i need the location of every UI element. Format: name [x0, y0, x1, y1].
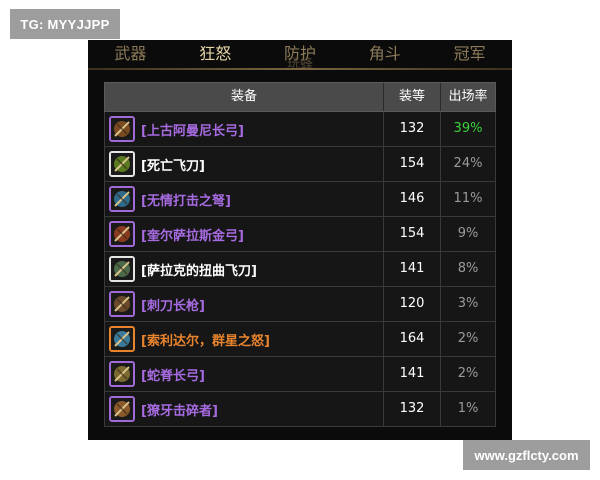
equipment-panel: 武器 狂怒 防护 玩蜂 角斗 冠军 装备 装等 出场率 [上古阿曼尼长弓] 132… [88, 40, 512, 440]
item-name[interactable]: [死亡飞刀] [141, 155, 205, 174]
item-level: 154 [384, 217, 441, 251]
table-row[interactable]: [蛇脊长弓] 141 2% [104, 357, 496, 392]
equipment-table: 装备 装等 出场率 [上古阿曼尼长弓] 132 39% [死亡飞刀] 154 24% [无情… [104, 82, 496, 427]
tab-champion[interactable]: 冠军 [427, 40, 512, 68]
item-level: 146 [384, 182, 441, 216]
star-bow-icon [109, 326, 135, 352]
item-cell: [上古阿曼尼长弓] [105, 112, 384, 146]
header-item: 装备 [105, 83, 384, 111]
crossbow-icon [109, 186, 135, 212]
usage-rate: 8% [457, 261, 479, 276]
watermark-top-left: TG: MYYJJPP [10, 9, 120, 39]
tab-protection[interactable]: 防护 玩蜂 [258, 40, 343, 72]
header-item-level: 装等 [384, 83, 441, 111]
item-cell: [死亡飞刀] [105, 147, 384, 181]
item-cell: [萨拉克的扭曲飞刀] [105, 252, 384, 286]
item-name[interactable]: [蛇脊长弓] [141, 365, 205, 384]
item-level: 132 [384, 392, 441, 426]
item-name[interactable]: [刺刀长枪] [141, 295, 205, 314]
table-row[interactable]: [无情打击之弩] 146 11% [104, 182, 496, 217]
table-row[interactable]: [奎尔萨拉斯金弓] 154 9% [104, 217, 496, 252]
twisted-knife-icon [109, 256, 135, 282]
watermark-bottom-right: www.gzflcty.com [463, 440, 590, 470]
item-cell: [索利达尔，群星之怒] [105, 322, 384, 356]
table-row[interactable]: [獠牙击碎者] 132 1% [104, 392, 496, 427]
item-name[interactable]: [上古阿曼尼长弓] [141, 120, 244, 139]
golden-bow-icon [109, 221, 135, 247]
item-level: 164 [384, 322, 441, 356]
tab-fury[interactable]: 狂怒 [173, 40, 258, 68]
amani-bow-icon [109, 116, 135, 142]
item-level: 132 [384, 112, 441, 146]
item-name[interactable]: [无情打击之弩] [141, 190, 231, 209]
usage-rate: 24% [453, 156, 483, 171]
item-cell: [獠牙击碎者] [105, 392, 384, 426]
tab-weapons[interactable]: 武器 [88, 40, 173, 68]
table-body: [上古阿曼尼长弓] 132 39% [死亡飞刀] 154 24% [无情打击之弩] 146 11… [104, 112, 496, 427]
usage-rate: 11% [453, 191, 483, 206]
usage-rate: 2% [457, 366, 479, 381]
item-cell: [刺刀长枪] [105, 287, 384, 321]
item-name[interactable]: [獠牙击碎者] [141, 400, 218, 419]
tab-bar: 武器 狂怒 防护 玩蜂 角斗 冠军 [88, 40, 512, 72]
item-name[interactable]: [索利达尔，群星之怒] [141, 330, 270, 349]
table-row[interactable]: [死亡飞刀] 154 24% [104, 147, 496, 182]
tab-arena[interactable]: 角斗 [342, 40, 427, 68]
tusk-gun-icon [109, 396, 135, 422]
usage-rate: 3% [457, 296, 479, 311]
usage-rate: 1% [457, 401, 479, 416]
item-level: 141 [384, 252, 441, 286]
throwing-knife-icon [109, 151, 135, 177]
item-cell: [无情打击之弩] [105, 182, 384, 216]
tab-protection-label: 防护 [283, 44, 316, 63]
item-level: 154 [384, 147, 441, 181]
usage-rate: 2% [457, 331, 479, 346]
item-level: 141 [384, 357, 441, 391]
table-row[interactable]: [刺刀长枪] 120 3% [104, 287, 496, 322]
bayonet-gun-icon [109, 291, 135, 317]
usage-rate: 39% [453, 121, 483, 136]
item-name[interactable]: [奎尔萨拉斯金弓] [141, 225, 244, 244]
table-row[interactable]: [索利达尔，群星之怒] 164 2% [104, 322, 496, 357]
item-cell: [蛇脊长弓] [105, 357, 384, 391]
item-cell: [奎尔萨拉斯金弓] [105, 217, 384, 251]
usage-rate: 9% [457, 226, 479, 241]
tab-divider [88, 68, 512, 70]
serpent-bow-icon [109, 361, 135, 387]
table-row[interactable]: [上古阿曼尼长弓] 132 39% [104, 112, 496, 147]
table-row[interactable]: [萨拉克的扭曲飞刀] 141 8% [104, 252, 496, 287]
item-level: 120 [384, 287, 441, 321]
table-header: 装备 装等 出场率 [104, 82, 496, 112]
header-usage-rate: 出场率 [448, 89, 488, 104]
item-name[interactable]: [萨拉克的扭曲飞刀] [141, 260, 257, 279]
